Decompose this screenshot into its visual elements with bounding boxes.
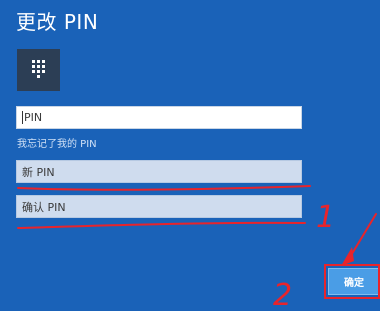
annotation-mark-2: 2 xyxy=(273,278,292,311)
annotation-mark-1: 1 xyxy=(316,200,335,235)
text-caret xyxy=(22,111,23,124)
current-pin-input[interactable]: PIN xyxy=(16,106,302,129)
keypad-icon xyxy=(17,49,60,91)
confirm-button[interactable]: 确定 xyxy=(328,268,380,295)
annotation-arrow-shaft xyxy=(346,213,377,263)
current-pin-value: PIN xyxy=(24,111,43,124)
forgot-pin-link[interactable]: 我忘记了我的 PIN xyxy=(17,138,97,152)
annotation-arrow-head xyxy=(341,247,354,266)
confirm-pin-placeholder: 确认 PIN xyxy=(22,200,66,214)
new-pin-placeholder: 新 PIN xyxy=(22,165,55,179)
new-pin-input[interactable]: 新 PIN xyxy=(16,160,302,183)
annotation-underline-confirm-pin xyxy=(17,221,306,229)
annotation-underline-new-pin xyxy=(17,185,311,191)
annotation-overlay: 1 2 xyxy=(17,185,380,311)
confirm-pin-input[interactable]: 确认 PIN xyxy=(16,195,302,218)
page-title: 更改 PIN xyxy=(16,10,99,34)
